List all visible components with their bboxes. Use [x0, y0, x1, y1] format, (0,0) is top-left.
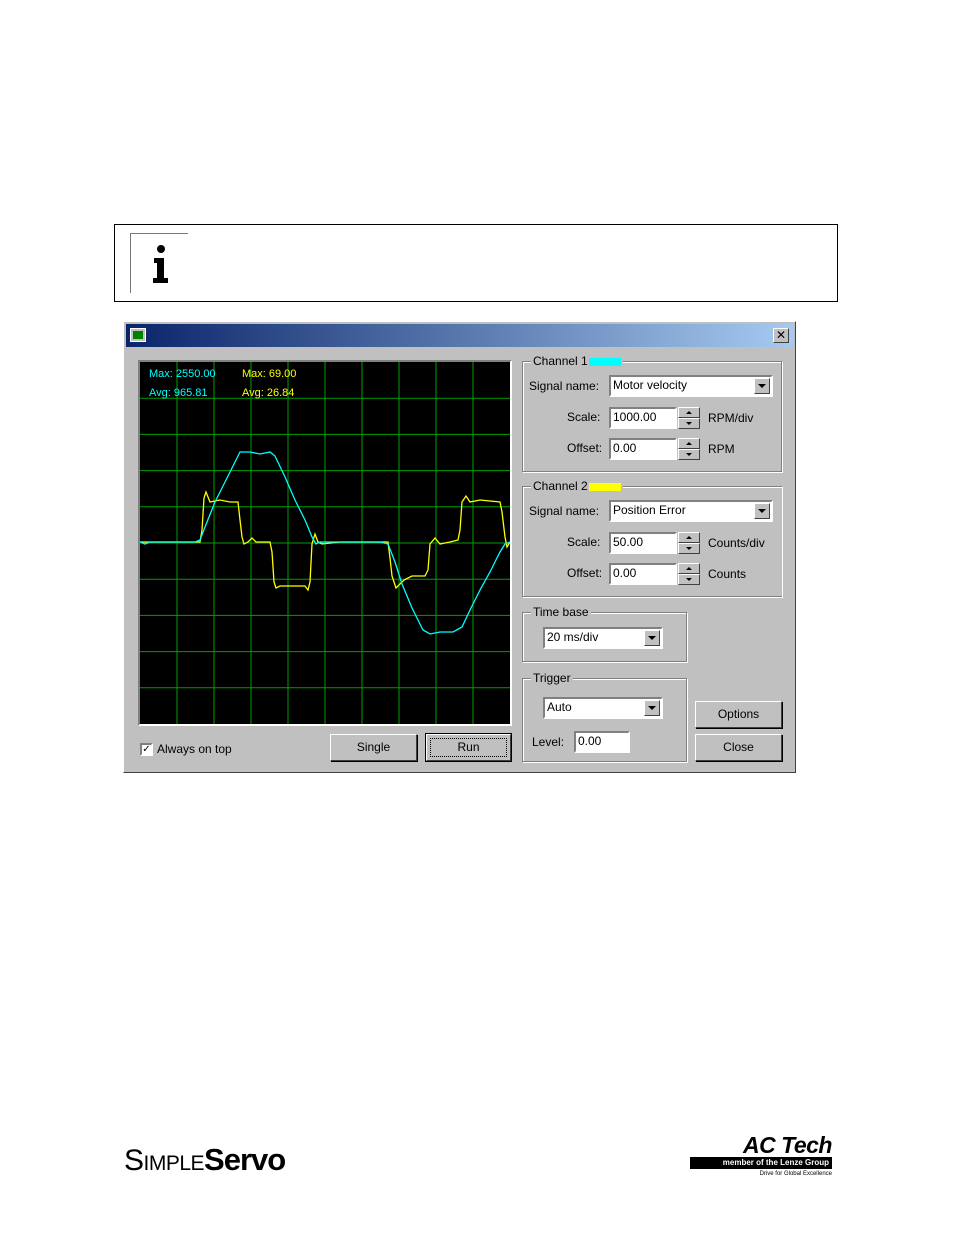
chevron-down-icon[interactable] — [754, 378, 770, 394]
channel2-group: Channel 2 Signal name: Position Error Sc… — [522, 479, 782, 597]
channel1-label: Channel 1 — [531, 354, 623, 368]
scope-display: Max: 2550.00 Avg: 965.81 Max: 69.00 Avg:… — [138, 360, 512, 726]
spin-up-icon[interactable] — [678, 407, 700, 418]
window-close-button[interactable]: ✕ — [773, 328, 789, 343]
lenze-group-bar: member of the Lenze Group — [690, 1157, 832, 1169]
ch2-offset-spinner[interactable] — [678, 563, 700, 585]
app-icon — [130, 328, 146, 342]
trigger-level-input[interactable]: 0.00 — [574, 731, 630, 753]
time-base-group: Time base 20 ms/div — [522, 605, 687, 662]
ch2-scale-label: Scale: — [567, 535, 601, 549]
ch1-offset-unit: RPM — [708, 442, 735, 456]
ch1-offset-label: Offset: — [567, 441, 603, 455]
spin-down-icon[interactable] — [678, 574, 700, 585]
spin-up-icon[interactable] — [678, 438, 700, 449]
ch1-offset-input[interactable]: 0.00 — [609, 438, 677, 460]
ch2-offset-unit: Counts — [708, 567, 747, 581]
channel1-group: Channel 1 Signal name: Motor velocity Sc… — [522, 354, 782, 472]
spin-down-icon[interactable] — [678, 543, 700, 554]
simpleservo-logo: SimpleServo — [124, 1142, 286, 1178]
channel1-title: Channel 1 — [533, 354, 588, 368]
always-on-top-checkbox[interactable]: ✓ — [140, 743, 153, 756]
channel2-color-swatch — [588, 482, 621, 491]
spin-up-icon[interactable] — [678, 563, 700, 574]
actech-tagline: Drive for Global Excellence — [759, 1171, 832, 1177]
trigger-mode-select[interactable]: Auto — [543, 697, 663, 719]
ch1-scale-input[interactable]: 1000.00 — [609, 407, 677, 429]
ch2-offset-input[interactable]: 0.00 — [609, 563, 677, 585]
ch2-max-readout: Max: 69.00 — [242, 368, 297, 380]
ch1-signal-value: Motor velocity — [613, 378, 688, 392]
trigger-mode-value: Auto — [547, 700, 572, 714]
scope-plot — [140, 362, 510, 724]
ch2-offset-label: Offset: — [567, 566, 603, 580]
ch1-signal-select[interactable]: Motor velocity — [609, 375, 773, 397]
ch2-signal-select[interactable]: Position Error — [609, 500, 773, 522]
time-base-value: 20 ms/div — [547, 630, 599, 644]
close-button[interactable]: Close — [695, 734, 782, 761]
spin-up-icon[interactable] — [678, 532, 700, 543]
info-icon — [130, 233, 188, 293]
trigger-label: Trigger — [531, 671, 573, 685]
run-button[interactable]: Run — [425, 733, 512, 762]
time-base-select[interactable]: 20 ms/div — [543, 627, 663, 649]
channel1-color-swatch — [588, 357, 621, 366]
ch2-signal-value: Position Error — [613, 503, 686, 517]
logo-simple: Simple — [124, 1144, 205, 1177]
run-focus-rect — [430, 738, 507, 757]
ch1-max-readout: Max: 2550.00 — [149, 368, 216, 380]
always-on-top-label: Always on top — [157, 742, 232, 756]
time-base-label: Time base — [531, 605, 591, 619]
ch2-signal-label: Signal name: — [529, 504, 600, 518]
single-button[interactable]: Single — [330, 734, 417, 761]
channel2-title: Channel 2 — [533, 479, 588, 493]
info-note — [114, 224, 838, 302]
chevron-down-icon[interactable] — [754, 503, 770, 519]
ch2-scale-unit: Counts/div — [708, 536, 765, 550]
trigger-group: Trigger Auto Level: 0.00 — [522, 671, 687, 762]
spin-down-icon[interactable] — [678, 449, 700, 460]
ch1-scale-unit: RPM/div — [708, 411, 754, 425]
ch1-signal-label: Signal name: — [529, 379, 600, 393]
ch1-avg-readout: Avg: 965.81 — [149, 387, 208, 399]
ch2-avg-readout: Avg: 26.84 — [242, 387, 295, 399]
ch2-scale-spinner[interactable] — [678, 532, 700, 554]
actech-logo: AC Tech member of the Lenze Group Drive … — [690, 1132, 833, 1177]
title-bar[interactable]: ✕ — [126, 324, 793, 347]
ch2-scale-input[interactable]: 50.00 — [609, 532, 677, 554]
chevron-down-icon[interactable] — [644, 700, 660, 716]
ch1-scale-spinner[interactable] — [678, 407, 700, 429]
logo-servo: Servo — [204, 1142, 286, 1177]
chevron-down-icon[interactable] — [644, 630, 660, 646]
channel2-label: Channel 2 — [531, 479, 623, 493]
ch1-scale-label: Scale: — [567, 410, 601, 424]
actech-wordmark: AC Tech — [743, 1132, 832, 1158]
options-button[interactable]: Options — [695, 701, 782, 728]
oscilloscope-window: ✕ Max: 2550.00 Avg: 965.81 Max: 69.00 Av… — [123, 321, 796, 773]
spin-down-icon[interactable] — [678, 418, 700, 429]
trigger-level-label: Level: — [532, 735, 565, 749]
ch1-offset-spinner[interactable] — [678, 438, 700, 460]
